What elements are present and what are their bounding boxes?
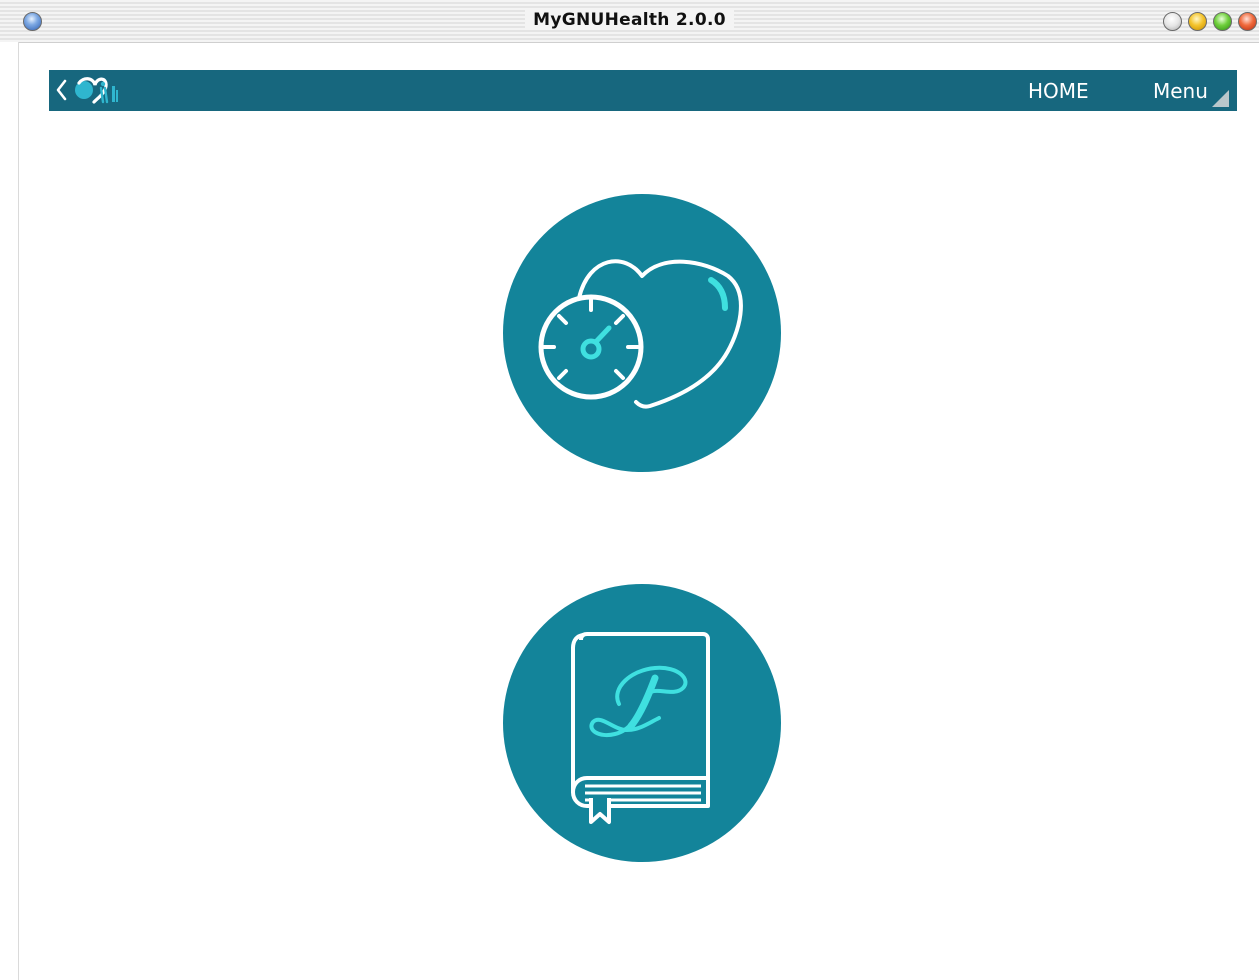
- book-of-life-icon: [571, 632, 710, 824]
- heart-gauge-icon: [538, 259, 743, 409]
- app-window: MyGNUHealth 2.0.0 HOME Menu: [0, 0, 1259, 980]
- menu-nav-button[interactable]: Menu: [1153, 79, 1233, 107]
- book-of-life-button[interactable]: [503, 584, 781, 862]
- window-close-button[interactable]: [1238, 12, 1257, 31]
- chevron-left-icon[interactable]: [54, 78, 70, 102]
- window-maximize-button[interactable]: [1213, 12, 1232, 31]
- window-title: MyGNUHealth 2.0.0: [525, 10, 734, 30]
- health-tracker-button[interactable]: [503, 194, 781, 472]
- title-bar[interactable]: MyGNUHealth 2.0.0: [0, 0, 1259, 43]
- window-left-border: [0, 42, 19, 980]
- menu-dropdown-indicator-icon: [1212, 90, 1229, 107]
- app-header-bar: HOME Menu: [49, 70, 1237, 111]
- menu-label: Menu: [1153, 79, 1208, 103]
- home-nav-link[interactable]: HOME: [1028, 79, 1118, 103]
- window-minimize-button[interactable]: [1188, 12, 1207, 31]
- mygnuhealth-logo-icon[interactable]: [73, 75, 121, 106]
- window-shade-button[interactable]: [1163, 12, 1182, 31]
